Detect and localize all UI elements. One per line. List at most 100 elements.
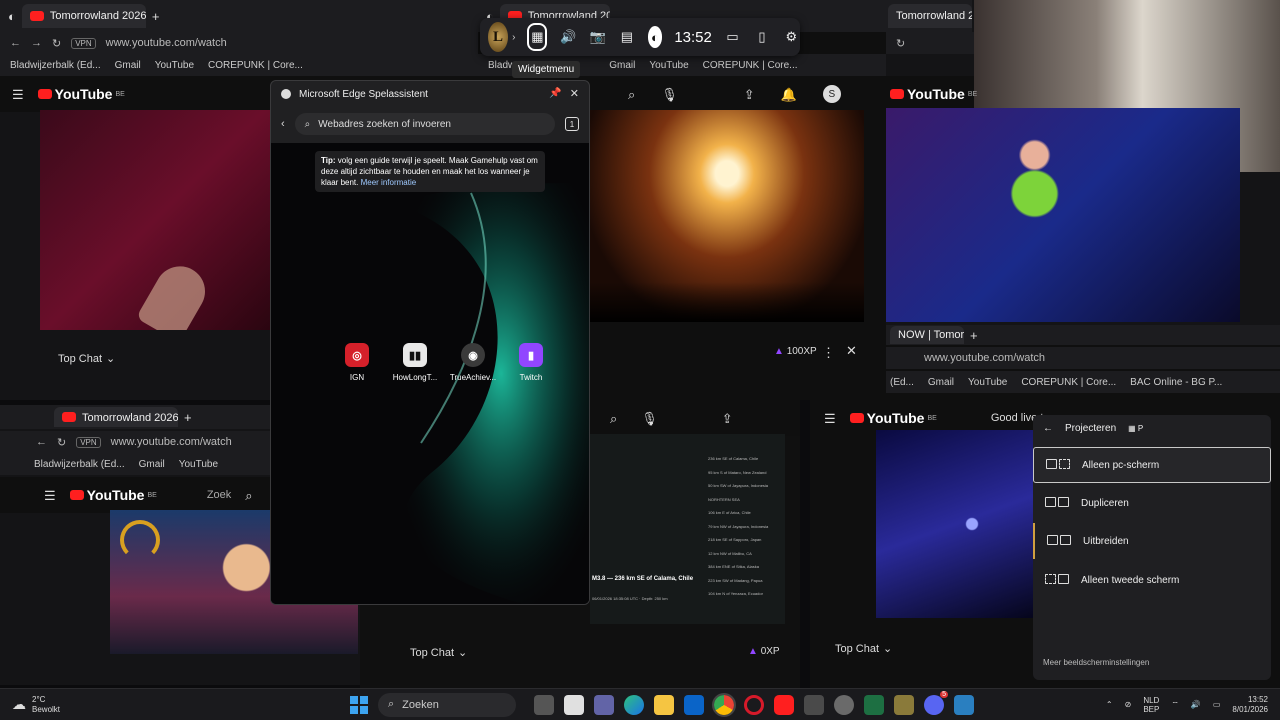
browser-tab[interactable]: Tomorrowland 2026 - Tiesto — [21, 4, 146, 28]
quake-row[interactable]: 79 km NW of Jayapura, Indonesia — [708, 520, 784, 534]
calculator-icon[interactable] — [804, 694, 824, 715]
search-input[interactable]: Zoek — [207, 489, 231, 501]
vpn-badge[interactable]: VPN — [76, 436, 101, 448]
game-icon[interactable] — [894, 694, 914, 715]
youtube-logo[interactable]: YouTube BE — [69, 487, 157, 503]
project-option-duplicate[interactable]: Dupliceren — [1033, 485, 1271, 521]
more-info-link[interactable]: Meer informatie — [361, 178, 417, 187]
back-icon[interactable]: ← — [36, 436, 47, 448]
search-icon[interactable]: ⌕ — [628, 88, 635, 101]
bookmark-corepunk[interactable]: COREPUNK | Core... — [1021, 377, 1116, 388]
bell-icon[interactable]: 🔔 — [781, 88, 797, 101]
microphone-icon[interactable]: 🎙 — [641, 412, 658, 425]
shortcut-trueachievements[interactable]: ◉ TrueAchiev... — [450, 343, 496, 382]
top-chat-dropdown[interactable]: Top Chat ⌄ — [835, 642, 892, 656]
bookmark-corepunk[interactable]: COREPUNK | Core... — [703, 60, 798, 71]
bookmark-youtube[interactable]: YouTube — [155, 60, 194, 71]
wifi-icon[interactable]: ⌔ — [1171, 700, 1179, 710]
settings-gear-icon[interactable]: ⚙ — [783, 24, 800, 50]
project-option-second-only[interactable]: Alleen tweede scherm — [1033, 562, 1271, 598]
quake-row[interactable]: 223 km SW of Madang, Papua — [708, 574, 784, 588]
bookmark-corepunk[interactable]: COREPUNK | Core... — [208, 60, 303, 71]
top-chat-dropdown[interactable]: Top Chat ⌄ — [410, 646, 467, 660]
task-view-icon[interactable] — [534, 694, 554, 715]
bookmark-folder[interactable]: (Ed... — [890, 377, 914, 388]
bookmark-youtube[interactable]: YouTube — [649, 60, 688, 71]
discord-icon[interactable]: 5 — [924, 690, 948, 715]
audio-icon[interactable]: 🔊 — [559, 24, 576, 50]
bookmark-gmail[interactable]: Gmail — [115, 60, 141, 71]
back-icon[interactable]: ‹ — [281, 118, 285, 130]
photos-icon[interactable] — [954, 694, 974, 715]
menu-icon[interactable]: ☰ — [824, 412, 836, 425]
url-field[interactable]: www.youtube.com/watch — [111, 436, 232, 448]
assist-search-input[interactable]: ⌕ Webadres zoeken of invoeren — [294, 113, 555, 135]
youtube-logo[interactable]: YouTube BE — [37, 86, 125, 102]
excel-icon[interactable] — [864, 694, 884, 715]
mouse-icon[interactable]: ▯ — [753, 24, 770, 50]
close-icon[interactable]: ✕ — [570, 88, 579, 100]
edge-assist-icon[interactable]: ◐ — [647, 26, 663, 48]
quake-row[interactable]: NORHTERN SEA — [708, 493, 784, 507]
bookmark-gmail[interactable]: Gmail — [139, 459, 165, 470]
forward-icon[interactable]: → — [31, 37, 42, 49]
taskbar-date[interactable]: 8/01/2026 — [1232, 705, 1268, 715]
tray-overflow-icon[interactable]: ⌃ — [1106, 700, 1113, 709]
performance-icon[interactable]: ▤ — [618, 24, 635, 50]
bookmark-youtube[interactable]: YouTube — [968, 377, 1007, 388]
pin-icon[interactable]: 📌 — [549, 89, 561, 99]
shortcut-ign[interactable]: ◎ IGN — [337, 343, 377, 382]
taskbar-clock[interactable]: 13:52 — [1248, 695, 1268, 705]
settings-gear-icon[interactable] — [834, 694, 854, 715]
start-button[interactable] — [350, 695, 368, 714]
youtube-icon[interactable] — [774, 694, 794, 715]
youtube-logo[interactable]: YouTube BE — [890, 86, 977, 102]
bookmark-bac[interactable]: BAC Online - BG P... — [1130, 377, 1222, 388]
quake-row[interactable]: 236 km SE of Calama, Chile — [708, 452, 784, 466]
search-icon[interactable]: ⌕ — [610, 412, 617, 425]
quake-row[interactable]: 218 km SE of Sapporo, Japan — [708, 533, 784, 547]
project-option-pc-only[interactable]: Alleen pc-scherm — [1033, 447, 1271, 483]
shortcut-twitch[interactable]: ▮ Twitch — [511, 343, 551, 382]
taskbar-search[interactable]: ⌕ Zoeken — [378, 692, 516, 717]
new-tab-icon[interactable]: + — [184, 411, 192, 424]
back-icon[interactable]: ← — [10, 37, 21, 49]
quake-row[interactable]: 12 km NW of Malibu, CA — [708, 547, 784, 561]
vpn-badge[interactable]: VPN — [71, 37, 96, 49]
quake-row[interactable]: 106 km E of Arica, Chile — [708, 506, 784, 520]
quake-row[interactable]: 104 km N of Yenzaza, Ecuador — [708, 587, 784, 601]
teams-icon[interactable] — [594, 694, 614, 715]
url-field[interactable]: www.youtube.com/watch — [924, 352, 1045, 364]
menu-icon[interactable]: ☰ — [12, 88, 24, 101]
display-settings-link[interactable]: Meer beeldscherminstellingen — [1043, 658, 1149, 667]
upload-icon[interactable]: ⇪ — [722, 412, 733, 425]
language[interactable]: NLD — [1143, 696, 1159, 705]
video-player-dj-green[interactable] — [886, 108, 1240, 322]
quake-row[interactable]: 95 km S of Mataro, New Zealand — [708, 466, 784, 480]
close-icon[interactable]: ✕ — [846, 344, 857, 357]
more-icon[interactable]: ⋮ — [822, 346, 835, 359]
upload-icon[interactable]: ⇪ — [744, 88, 755, 101]
browser-tab-right-mid[interactable]: NOW | Tomorrow — [890, 326, 964, 344]
chevron-right-icon[interactable]: › — [512, 32, 515, 43]
bookmark-gmail[interactable]: Gmail — [609, 60, 635, 71]
capture-icon[interactable]: 📷 — [589, 24, 606, 50]
menu-icon[interactable]: ☰ — [44, 489, 56, 502]
chrome-icon[interactable] — [712, 692, 736, 717]
bookmark-gmail[interactable]: Gmail — [928, 377, 954, 388]
bookmark-folder[interactable]: Bladwijzerbalk (Ed... — [10, 60, 101, 71]
video-player[interactable] — [40, 110, 270, 330]
url-field[interactable]: www.youtube.com/watch — [106, 37, 227, 49]
outlook-icon[interactable] — [684, 694, 704, 715]
new-tab-icon[interactable]: + — [970, 329, 978, 342]
top-chat-dropdown[interactable]: Top Chat ⌄ — [58, 352, 115, 366]
opera-icon[interactable] — [744, 694, 764, 715]
refresh-icon[interactable]: ↻ — [52, 37, 61, 50]
tab-count-button[interactable]: 1 — [565, 117, 579, 131]
file-explorer-icon[interactable] — [654, 694, 674, 715]
quake-row[interactable]: 50 km SW of Jayapura, Indonesia — [708, 479, 784, 493]
refresh-icon[interactable]: ↻ — [896, 37, 905, 50]
browser-tab-right[interactable]: Tomorrowland 2026 - Tiesto — [888, 4, 972, 28]
edge-icon[interactable]: ◐ — [8, 10, 16, 23]
bookmark-folder[interactable]: Bladwijzerbalk (Ed... — [34, 459, 125, 470]
